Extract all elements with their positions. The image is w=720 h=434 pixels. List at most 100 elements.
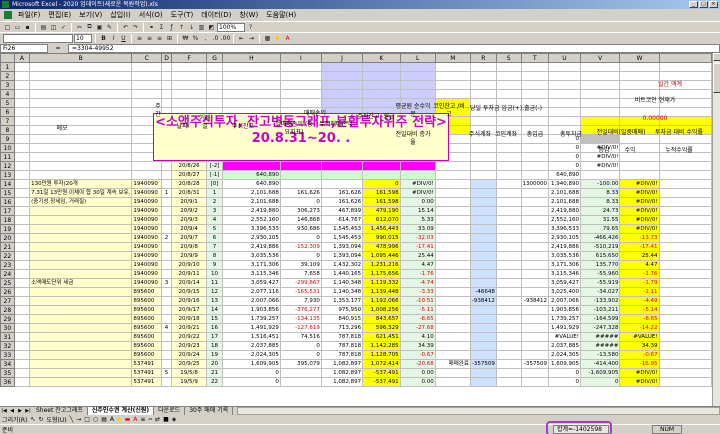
cell[interactable] [161, 305, 172, 315]
decrease-decimal-icon[interactable]: .00 [221, 34, 231, 43]
cell[interactable]: -152,309 [279, 242, 322, 252]
cell[interactable]: 2 [206, 197, 223, 207]
cell[interactable] [13, 170, 31, 180]
cell[interactable]: 8 [206, 251, 223, 261]
cell[interactable] [520, 80, 550, 90]
cell[interactable] [469, 62, 497, 72]
cell[interactable]: 24.73 [579, 206, 621, 216]
cell[interactable] [579, 62, 621, 72]
cell[interactable]: 537491 [131, 368, 163, 378]
row-header[interactable]: 16 [0, 197, 15, 207]
cell[interactable] [161, 260, 172, 270]
cell[interactable]: -14.22 [619, 323, 660, 333]
cell[interactable]: 7 [206, 242, 223, 252]
cell[interactable]: 1,119,332 [362, 278, 401, 288]
cell[interactable]: 20/9/18 [170, 314, 208, 324]
row-header[interactable]: 14 [0, 179, 15, 189]
cell[interactable] [399, 161, 436, 171]
cell[interactable] [434, 332, 471, 342]
textbox-icon[interactable]: ▤ [101, 416, 107, 423]
cell[interactable] [29, 206, 133, 216]
cell[interactable]: 20/9/8 [170, 242, 208, 252]
cell[interactable]: 3,115,346 [221, 269, 281, 279]
column-header[interactable]: S [495, 53, 522, 63]
cell[interactable]: 1940090 [131, 233, 163, 243]
cell[interactable] [469, 179, 497, 189]
row-header[interactable]: 18 [0, 215, 15, 225]
cell[interactable] [13, 260, 31, 270]
cell[interactable] [495, 323, 522, 333]
cell[interactable]: 161,626 [320, 188, 364, 198]
cell[interactable]: 19/5/9 [170, 377, 208, 387]
column-header[interactable]: L [399, 53, 436, 63]
cell[interactable]: 20/8/28 [170, 179, 208, 189]
cell[interactable] [434, 62, 471, 72]
cell[interactable]: 20/9/7 [170, 233, 208, 243]
cell[interactable] [520, 161, 550, 171]
menu-view[interactable]: 보기(V) [75, 9, 106, 21]
cell[interactable] [520, 323, 550, 333]
cell[interactable]: 0 [362, 179, 401, 189]
cell[interactable]: 1940090 [131, 197, 163, 207]
cell[interactable]: -466,426 [579, 233, 621, 243]
row-header[interactable]: 34 [0, 359, 15, 369]
cell[interactable]: -1.76 [619, 269, 660, 279]
cell[interactable] [434, 323, 471, 333]
row-header[interactable]: 36 [0, 377, 15, 387]
cell[interactable]: 1,231,216 [362, 260, 401, 270]
row-header[interactable]: 30 [0, 323, 15, 333]
cell[interactable]: -1.76 [399, 269, 436, 279]
cell[interactable] [495, 305, 522, 315]
cell[interactable] [221, 62, 281, 72]
cell[interactable] [13, 224, 31, 234]
column-header[interactable]: M [434, 53, 471, 63]
cell[interactable] [434, 287, 471, 297]
cell[interactable]: 1940090 [131, 215, 163, 225]
cell[interactable] [434, 260, 471, 270]
cell[interactable]: -357509 [469, 359, 497, 369]
cell[interactable]: 2 [161, 233, 172, 243]
cell[interactable] [434, 233, 471, 243]
cell[interactable]: 0 [548, 377, 581, 387]
cell[interactable] [520, 242, 550, 252]
cell[interactable] [206, 80, 223, 90]
cell[interactable] [13, 323, 31, 333]
cell[interactable]: 0 [548, 152, 581, 162]
cell[interactable] [520, 71, 550, 81]
cell[interactable] [579, 80, 621, 90]
cell[interactable] [161, 377, 172, 387]
cell[interactable]: 34.39 [399, 341, 436, 351]
cell[interactable]: -5.14 [619, 305, 660, 315]
cell[interactable] [29, 269, 133, 279]
cell[interactable] [170, 62, 208, 72]
cell[interactable] [495, 368, 522, 378]
cell[interactable]: #DIV/0! [619, 197, 660, 207]
column-header[interactable]: J [320, 53, 364, 63]
cell[interactable]: -103,211 [579, 305, 621, 315]
cell[interactable] [161, 206, 172, 216]
cell[interactable] [279, 98, 322, 108]
cell[interactable] [658, 179, 712, 189]
cell[interactable] [434, 89, 471, 99]
row-header[interactable]: 13 [0, 170, 15, 180]
cell[interactable]: 20/9/15 [170, 287, 208, 297]
cell[interactable]: 130만원 투자(20개 [29, 179, 133, 189]
open-icon[interactable]: ▭ [13, 23, 22, 32]
cell[interactable] [434, 224, 471, 234]
cell[interactable] [434, 161, 471, 171]
cell[interactable]: 1,545,453 [320, 224, 364, 234]
cell[interactable] [520, 224, 550, 234]
align-center-icon[interactable]: ≡ [145, 34, 154, 43]
cell[interactable] [469, 305, 497, 315]
cell[interactable] [320, 71, 364, 81]
cell[interactable] [279, 161, 322, 171]
cell[interactable] [399, 62, 436, 72]
cell[interactable]: 20/9/25 [170, 359, 208, 369]
cell[interactable]: 2,007,066 [548, 296, 581, 306]
cell[interactable]: 1,140,348 [320, 278, 364, 288]
cell[interactable] [29, 296, 133, 306]
row-header[interactable]: 26 [0, 287, 15, 297]
cell[interactable]: 3 [206, 206, 223, 216]
cell[interactable] [320, 161, 364, 171]
cell[interactable]: #VALUE! [619, 332, 660, 342]
